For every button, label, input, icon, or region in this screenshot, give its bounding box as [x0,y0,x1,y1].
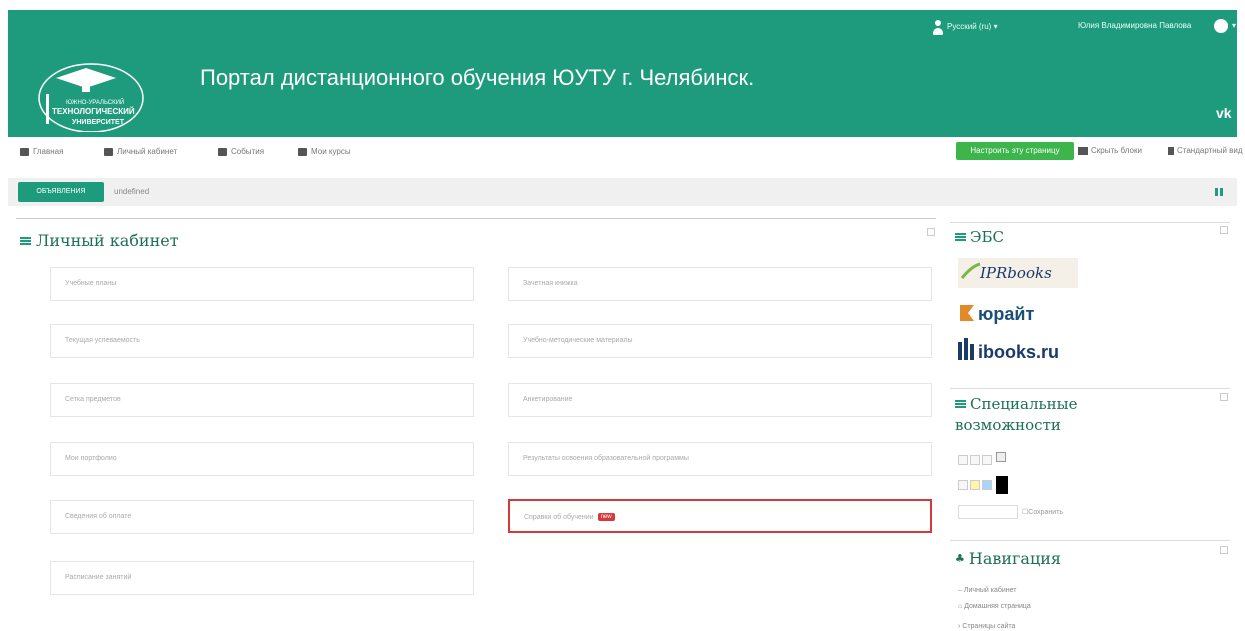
logo-text-1: ЮЖНО-УРАЛЬСКИЙ [66,98,124,106]
vk-icon[interactable]: vk [1216,105,1232,121]
block-control-icon[interactable] [1220,546,1228,554]
site-header: ЮЖНО-УРАЛЬСКИЙ ТЕХНОЛОГИЧЕСКИЙ УНИВЕРСИТ… [8,45,1237,137]
standard-view-link[interactable]: Стандартный вид [1168,146,1243,155]
nav-my-courses[interactable]: Мои курсы [298,147,351,156]
tab-undefined[interactable]: undefined [114,187,149,196]
accessibility-save[interactable]: ☐Сохранить [1022,508,1063,516]
sitemap-icon: ♣ [955,552,965,565]
logo-text-2: ТЕХНОЛОГИЧЕСКИЙ [52,107,135,116]
block-title-navigation: ♣ Навигация [955,549,1062,568]
user-menu-caret[interactable]: ▾ [1232,21,1236,30]
svg-text:IPRbooks: IPRbooks [979,264,1052,282]
cabinet-item[interactable]: Анкетирование [508,383,932,417]
divider [950,388,1230,389]
cabinet-item[interactable]: Зачетная книжка [508,267,932,301]
menu-icon [20,236,31,245]
cabinet-item[interactable]: Учебные планы [50,267,474,301]
nav-tree-site-pages[interactable]: › Страницы сайта [958,623,1015,630]
color-scheme-yellow[interactable] [970,480,980,490]
nav-cabinet[interactable]: Личный кабинет [104,147,177,156]
color-scheme-blue[interactable] [982,480,992,490]
color-scheme-default[interactable] [958,480,968,490]
save-settings-icon[interactable] [996,452,1006,462]
pause-icon[interactable] [1215,188,1223,196]
iprbooks-logo[interactable]: IPRbooks [958,258,1078,288]
briefcase-icon [298,147,307,156]
block-title-ebs: ЭБС [955,228,1004,246]
cabinet-item[interactable]: Сведения об оплате [50,500,474,534]
cabinet-item-certificates[interactable]: Справки об обучении new [508,499,932,533]
block-control-icon[interactable] [927,228,935,236]
nav-tree-cabinet[interactable]: – Личный кабинет [958,587,1017,594]
divider [16,218,936,219]
hide-blocks-link[interactable]: Скрыть блоки [1078,146,1142,155]
nav-events[interactable]: События [218,147,264,156]
new-badge: new [597,513,615,521]
expand-icon [1168,146,1174,155]
cabinet-item[interactable]: Результаты освоения образовательной прог… [508,442,932,476]
menu-icon [955,233,966,241]
tab-bar: ОБЪЯВЛЕНИЯ undefined [8,178,1237,206]
divider [950,540,1230,541]
ibooks-logo[interactable]: ibooks.ru [958,336,1078,366]
nav-home[interactable]: Главная [20,147,63,156]
color-scheme-black[interactable] [996,476,1008,494]
university-logo[interactable]: ЮЖНО-УРАЛЬСКИЙ ТЕХНОЛОГИЧЕСКИЙ УНИВЕРСИТ… [36,60,176,132]
block-control-icon[interactable] [1220,393,1228,401]
accessibility-input[interactable] [958,505,1018,519]
nav-tree-home[interactable]: ⌂ Домашняя страница [958,603,1031,610]
language-selector[interactable]: Русский (ru) ▾ [947,22,998,31]
main-nav: Главная Личный кабинет События Мои курсы… [8,140,1243,166]
dashboard-icon [104,147,113,156]
block-title-cabinet: Личный кабинет [20,231,179,250]
cabinet-item[interactable]: Расписание занятий [50,561,474,595]
svg-text:ibooks.ru: ibooks.ru [978,342,1059,362]
font-decrease-button[interactable] [958,455,968,465]
tab-announcements[interactable]: ОБЪЯВЛЕНИЯ [18,182,104,202]
cabinet-item[interactable]: Учебно-методические материалы [508,324,932,358]
font-reset-button[interactable] [970,455,980,465]
customize-page-button[interactable]: Настроить эту страницу [956,142,1074,160]
cabinet-item[interactable]: Текущая успеваемость [50,324,474,358]
columns-icon [1078,146,1088,155]
font-increase-button[interactable] [982,455,992,465]
user-icon[interactable] [933,20,943,37]
site-title: Портал дистанционного обучения ЮУТУ г. Ч… [200,65,755,90]
divider [950,222,1230,223]
user-name[interactable]: Юлия Владимировна Павлова [1078,21,1191,30]
calendar-icon [218,147,227,156]
urait-logo[interactable]: юрайт [958,299,1078,329]
logo-text-3: УНИВЕРСИТЕТ [72,119,125,126]
block-control-icon[interactable] [1220,226,1228,234]
home-icon [20,147,29,156]
menu-icon [955,400,966,408]
cabinet-item[interactable]: Сетка предметов [50,383,474,417]
top-bar: Русский (ru) ▾ Юлия Владимировна Павлова… [8,10,1237,45]
cabinet-item[interactable]: Мои портфолио [50,442,474,476]
block-title-accessibility: Специальные [955,395,1077,413]
svg-text:юрайт: юрайт [978,304,1034,324]
avatar[interactable] [1214,19,1228,33]
block-title-accessibility-line2: возможности [955,416,1061,434]
